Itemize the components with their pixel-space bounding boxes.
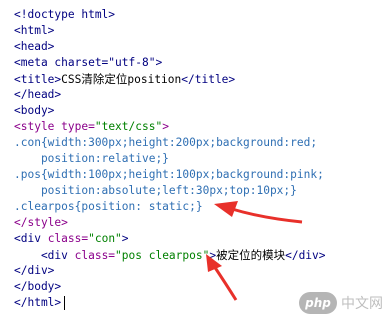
annotation-arrows bbox=[206, 201, 303, 301]
watermark-text: 中文网 bbox=[341, 296, 383, 312]
arrow-to-clearpos-icon bbox=[214, 201, 303, 224]
arrow-to-pos-clearpos-icon bbox=[206, 254, 238, 301]
php-logo: php bbox=[299, 292, 337, 314]
watermark: php 中文网 bbox=[299, 292, 383, 314]
